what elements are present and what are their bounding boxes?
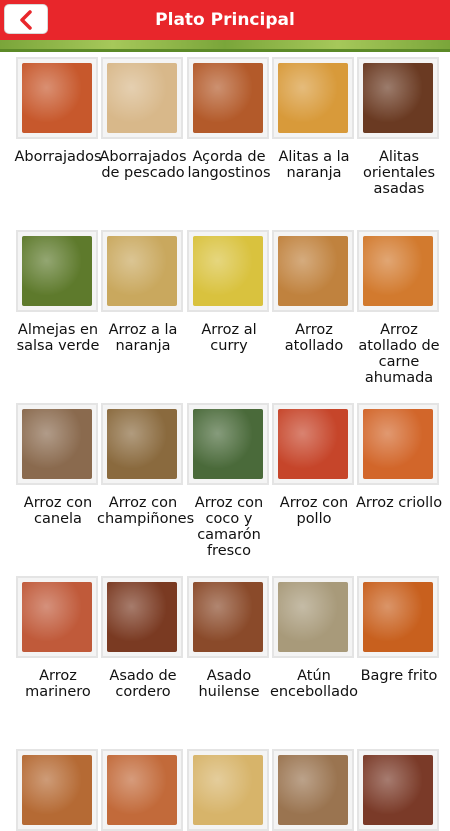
dish-photo (22, 755, 92, 825)
dish-label: Asado huilense (198, 668, 260, 700)
dish-label: Alitas orientales asadas (362, 149, 436, 197)
dish-thumbnail[interactable] (16, 230, 98, 312)
dish-thumbnail[interactable] (187, 576, 269, 658)
dish-thumbnail[interactable] (187, 403, 269, 485)
dish-photo (278, 409, 348, 479)
dish-label: Bagre frito (360, 668, 438, 684)
dish-thumbnail[interactable] (16, 749, 98, 831)
dish-photo (107, 755, 177, 825)
dish-photo (22, 236, 92, 306)
dish-thumbnail[interactable] (357, 230, 439, 312)
dish-label: Almejas en salsa verde (16, 322, 100, 354)
dish-label: Arroz criollo (355, 495, 443, 511)
dish-label: Asado de cordero (109, 668, 177, 700)
dish-photo (22, 63, 92, 133)
dish-thumbnail[interactable] (16, 403, 98, 485)
dish-photo (363, 236, 433, 306)
page-title: Plato Principal (155, 10, 295, 30)
dish-thumbnail[interactable] (16, 576, 98, 658)
dish-label: Arroz con pollo (279, 495, 349, 527)
dish-grid[interactable]: Aborrajados Aborrajados de pescado Açorda … (0, 52, 450, 831)
dish-thumbnail[interactable] (101, 749, 183, 831)
dish-photo (363, 409, 433, 479)
dish-photo (193, 236, 263, 306)
dish-thumbnail[interactable] (187, 57, 269, 139)
dish-thumbnail[interactable] (357, 576, 439, 658)
dish-thumbnail[interactable] (101, 403, 183, 485)
dish-label: Aborrajados (14, 149, 102, 165)
dish-photo (193, 582, 263, 652)
dish-thumbnail[interactable] (272, 749, 354, 831)
dish-thumbnail[interactable] (187, 230, 269, 312)
dish-label: Aborrajados de pescado (99, 149, 187, 181)
dish-label: Atún encebollado (269, 668, 359, 700)
dish-label: Arroz con canela (23, 495, 93, 527)
dish-photo (193, 409, 263, 479)
dish-photo (278, 582, 348, 652)
dish-photo (22, 582, 92, 652)
dish-label: Arroz a la naranja (108, 322, 178, 354)
dish-thumbnail[interactable] (187, 749, 269, 831)
dish-photo (107, 582, 177, 652)
dish-label: Alitas a la naranja (278, 149, 350, 181)
dish-thumbnail[interactable] (101, 57, 183, 139)
dish-thumbnail[interactable] (357, 749, 439, 831)
dish-thumbnail[interactable] (101, 230, 183, 312)
dish-label: Arroz marinero (25, 668, 91, 700)
dish-thumbnail[interactable] (357, 403, 439, 485)
dish-photo (363, 755, 433, 825)
dish-label: Açorda de langostinos (187, 149, 271, 181)
dish-thumbnail[interactable] (272, 576, 354, 658)
dish-photo (107, 236, 177, 306)
dish-thumbnail[interactable] (272, 57, 354, 139)
decorative-leaf-strip (0, 40, 450, 52)
dish-photo (193, 755, 263, 825)
dish-photo (278, 63, 348, 133)
dish-thumbnail[interactable] (272, 230, 354, 312)
dish-photo (193, 63, 263, 133)
dish-label: Arroz atollado de carne ahumada (358, 322, 440, 386)
top-bar: Plato Principal (0, 0, 450, 40)
dish-label: Arroz con champiñones (97, 495, 195, 527)
dish-photo (107, 409, 177, 479)
dish-thumbnail[interactable] (357, 57, 439, 139)
dish-label: Arroz al curry (201, 322, 257, 354)
dish-thumbnail[interactable] (101, 576, 183, 658)
dish-photo (363, 63, 433, 133)
dish-thumbnail[interactable] (272, 403, 354, 485)
dish-label: Arroz con coco y camarón fresco (194, 495, 264, 559)
dish-photo (22, 409, 92, 479)
dish-photo (278, 236, 348, 306)
dish-photo (278, 755, 348, 825)
dish-photo (107, 63, 177, 133)
dish-thumbnail[interactable] (16, 57, 98, 139)
dish-label: Arroz atollado (284, 322, 344, 354)
dish-photo (363, 582, 433, 652)
